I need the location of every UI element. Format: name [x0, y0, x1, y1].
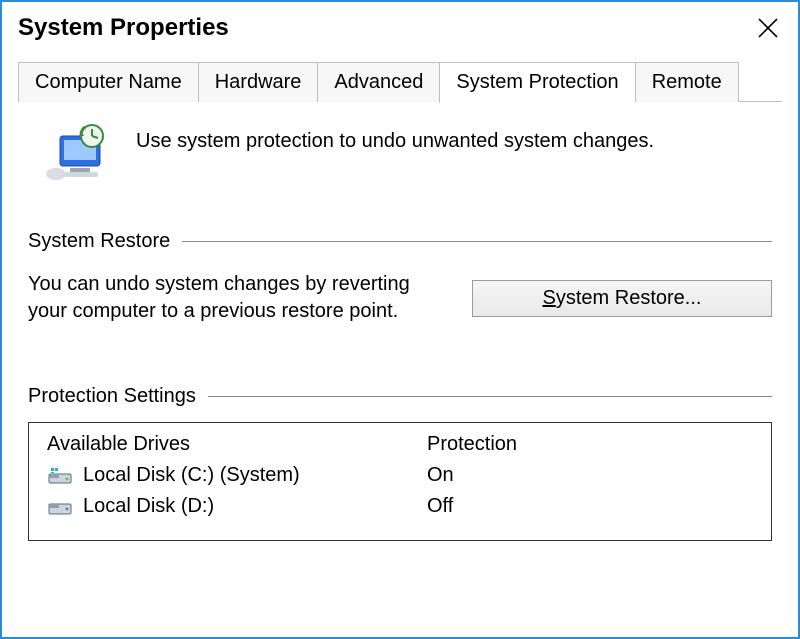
group-header-protection-settings: Protection Settings: [28, 385, 772, 408]
tab-bar: Computer Name Hardware Advanced System P…: [2, 62, 798, 102]
drive-system-icon: [47, 466, 73, 486]
drive-name-cell: Local Disk (C:) (System): [47, 464, 427, 487]
drive-name: Local Disk (D:): [83, 495, 214, 518]
close-icon: [757, 17, 779, 39]
drive-icon: [47, 497, 73, 517]
drives-header-row: Available Drives Protection: [29, 429, 771, 460]
titlebar: System Properties: [2, 2, 798, 62]
button-label-rest: ystem Restore...: [556, 287, 702, 309]
intro-text: Use system protection to undo unwanted s…: [136, 124, 654, 153]
window-title: System Properties: [18, 14, 748, 42]
system-restore-icon: [46, 124, 116, 188]
tab-remote[interactable]: Remote: [635, 62, 739, 102]
group-header-system-restore: System Restore: [28, 230, 772, 253]
tab-panel-system-protection: Use system protection to undo unwanted s…: [2, 102, 798, 637]
tab-system-protection[interactable]: System Protection: [439, 62, 635, 103]
column-header-drives: Available Drives: [47, 433, 427, 456]
intro-row: Use system protection to undo unwanted s…: [28, 112, 772, 196]
table-row[interactable]: Local Disk (C:) (System) On: [29, 460, 771, 491]
drive-name-cell: Local Disk (D:): [47, 495, 427, 518]
system-restore-row: You can undo system changes by reverting…: [28, 271, 772, 325]
group-title-protection-settings: Protection Settings: [28, 385, 196, 408]
system-properties-window: System Properties Computer Name Hardware…: [0, 0, 800, 639]
divider: [208, 396, 772, 397]
divider: [182, 241, 772, 242]
tab-computer-name[interactable]: Computer Name: [18, 62, 199, 102]
column-header-protection: Protection: [427, 433, 753, 456]
system-restore-description: You can undo system changes by reverting…: [28, 271, 444, 325]
tab-hardware[interactable]: Hardware: [198, 62, 319, 102]
button-mnemonic: S: [543, 287, 556, 309]
drive-protection: On: [427, 464, 753, 487]
table-row[interactable]: Local Disk (D:) Off: [29, 491, 771, 522]
tab-advanced[interactable]: Advanced: [317, 62, 440, 102]
system-restore-button[interactable]: System Restore...: [472, 280, 772, 317]
drive-protection: Off: [427, 495, 753, 518]
drives-table: Available Drives Protection: [28, 422, 772, 541]
close-button[interactable]: [748, 8, 788, 48]
group-title-system-restore: System Restore: [28, 230, 170, 253]
drive-name: Local Disk (C:) (System): [83, 464, 300, 487]
